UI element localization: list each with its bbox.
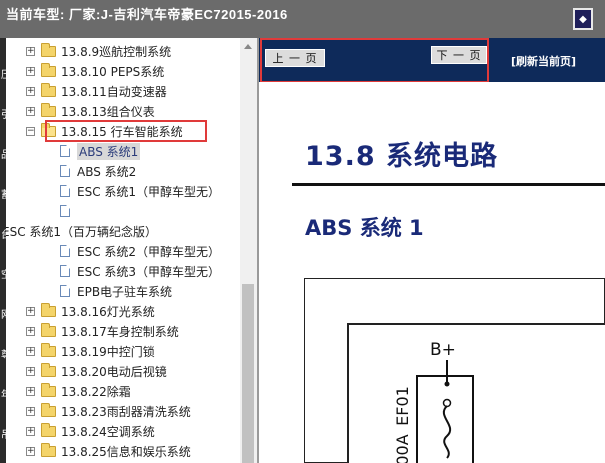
folder-icon xyxy=(41,442,56,457)
refresh-page-link[interactable]: [刷新当前页] xyxy=(511,53,576,69)
expand-plus-icon[interactable]: + xyxy=(26,86,35,96)
tree-item-label: 13.8.20电动后视镜 xyxy=(61,364,167,379)
tree-item-label: ESC 系统1（百万辆纪念版） xyxy=(6,224,158,239)
tree-item[interactable]: ABS 系统1 xyxy=(60,142,141,160)
tree-item[interactable]: +13.8.19中控门锁 xyxy=(26,342,155,360)
folder-icon xyxy=(41,102,56,117)
tree-item[interactable]: EPB电子驻车系统 xyxy=(60,282,172,300)
expand-plus-icon[interactable]: + xyxy=(26,406,35,416)
document-icon xyxy=(60,165,70,177)
expand-plus-icon[interactable]: + xyxy=(26,306,35,316)
tree-item-label: 13.8.11自动变速器 xyxy=(61,84,167,99)
expand-plus-icon[interactable]: + xyxy=(26,46,35,56)
tree-item-label: 13.8.13组合仪表 xyxy=(61,104,155,119)
expand-plus-icon[interactable]: + xyxy=(26,426,35,436)
tree-item-label: 13.8.25信息和娱乐系统 xyxy=(61,444,191,459)
document-icon xyxy=(60,145,70,157)
fuse-supply-label: B+ xyxy=(430,340,456,360)
window-control-button[interactable]: ◆ xyxy=(573,8,593,30)
tree-item[interactable]: +13.8.9巡航控制系统 xyxy=(26,42,171,60)
document-subheading: ABS 系统 1 xyxy=(305,216,424,240)
folder-icon xyxy=(41,322,56,337)
tree-item-label: 13.8.9巡航控制系统 xyxy=(61,44,172,59)
tree-item[interactable]: +13.8.10 PEPS系统 xyxy=(26,62,164,80)
expand-plus-icon[interactable]: + xyxy=(26,386,35,396)
tree-item[interactable]: ESC 系统1（百万辆纪念版） xyxy=(6,222,157,240)
expand-plus-icon[interactable]: + xyxy=(26,346,35,356)
page-nav-bar: 上 一 页 下 一 页 [刷新当前页] xyxy=(259,38,605,82)
expand-plus-icon[interactable]: + xyxy=(26,66,35,76)
collapse-minus-icon[interactable]: − xyxy=(26,126,35,136)
document-heading: 13.8 系统电路 xyxy=(305,141,499,172)
fuse-box-outline xyxy=(347,323,605,463)
folder-icon xyxy=(41,402,56,417)
circuit-diagram: B+ EF01 00A xyxy=(304,278,605,463)
folder-icon xyxy=(41,362,56,377)
fuse-rating-label: 00A xyxy=(393,434,412,463)
scroll-up-arrow-icon[interactable] xyxy=(244,44,252,49)
tree-item-label: EPB电子驻车系统 xyxy=(77,284,173,299)
tree-item[interactable]: +13.8.25信息和娱乐系统 xyxy=(26,442,191,460)
tree-item-label: 13.8.15 行车智能系统 xyxy=(61,124,183,139)
tree-scrollbar[interactable] xyxy=(240,38,257,463)
tree-item-label: ESC 系统3（甲醇车型无） xyxy=(77,264,221,279)
tree-item[interactable]: ESC 系统3（甲醇车型无） xyxy=(60,262,220,280)
folder-icon xyxy=(41,422,56,437)
tree-item[interactable]: ESC 系统1（甲醇车型无） xyxy=(60,182,220,200)
expand-plus-icon[interactable]: + xyxy=(26,446,35,456)
folder-icon xyxy=(41,82,56,97)
tree-item[interactable]: +13.8.16灯光系统 xyxy=(26,302,155,320)
title-bar: 当前车型: 厂家:J-吉利汽车帝豪EC72015-2016 ◆ xyxy=(0,0,605,38)
tree-item-label: ESC 系统1（甲醇车型无） xyxy=(77,184,221,199)
tree-item[interactable]: +13.8.20电动后视镜 xyxy=(26,362,167,380)
folder-icon xyxy=(41,342,56,357)
tree-item[interactable] xyxy=(60,202,77,220)
tree-item-label: 13.8.16灯光系统 xyxy=(61,304,155,319)
document-icon xyxy=(60,185,70,197)
tree-item-label: 13.8.10 PEPS系统 xyxy=(61,64,165,79)
tree-item-label: 13.8.23雨刮器清洗系统 xyxy=(61,404,191,419)
document-icon xyxy=(60,285,70,297)
document-icon xyxy=(60,205,70,217)
tree-item-label: 13.8.22除霜 xyxy=(61,384,131,399)
tree-item-label: ABS 系统1 xyxy=(77,142,141,160)
tree-item-label: ABS 系统2 xyxy=(77,164,137,179)
prev-page-button[interactable]: 上 一 页 xyxy=(265,49,325,67)
tree-item-label: 13.8.17车身控制系统 xyxy=(61,324,179,339)
tree-item[interactable]: +13.8.13组合仪表 xyxy=(26,102,155,120)
tree-item[interactable]: − 13.8.15 行车智能系统 xyxy=(26,122,183,140)
folder-icon xyxy=(41,42,56,57)
document-icon xyxy=(60,265,70,277)
current-vehicle-title: 当前车型: 厂家:J-吉利汽车帝豪EC72015-2016 xyxy=(6,7,288,22)
folder-icon xyxy=(41,62,56,77)
folder-icon xyxy=(41,302,56,317)
document-icon xyxy=(60,245,70,257)
catalog-tree[interactable]: +13.8.9巡航控制系统 +13.8.10 PEPS系统 +13.8.11自动变速… xyxy=(6,38,240,463)
document-viewer[interactable]: 13.8 系统电路 ABS 系统 1 B+ EF01 00A xyxy=(259,82,605,463)
tree-item-label: 13.8.24空调系统 xyxy=(61,424,155,439)
heading-rule xyxy=(292,183,605,186)
folder-icon xyxy=(41,122,56,137)
expand-plus-icon[interactable]: + xyxy=(26,326,35,336)
tree-item[interactable]: +13.8.22除霜 xyxy=(26,382,131,400)
expand-plus-icon[interactable]: + xyxy=(26,366,35,376)
supply-node xyxy=(444,381,450,387)
folder-icon xyxy=(41,382,56,397)
tree-item[interactable]: ESC 系统2（甲醇车型无） xyxy=(60,242,220,260)
tree-item[interactable]: ABS 系统2 xyxy=(60,162,136,180)
scrollbar-thumb[interactable] xyxy=(242,284,254,463)
fuse-id-label: EF01 xyxy=(393,386,412,426)
expand-plus-icon[interactable]: + xyxy=(26,106,35,116)
tree-item-label: 13.8.19中控门锁 xyxy=(61,344,155,359)
tree-item[interactable]: +13.8.23雨刮器清洗系统 xyxy=(26,402,191,420)
tree-item-label: ESC 系统2（甲醇车型无） xyxy=(77,244,221,259)
tree-item[interactable]: +13.8.11自动变速器 xyxy=(26,82,167,100)
next-page-button[interactable]: 下 一 页 xyxy=(431,46,487,64)
tree-item[interactable]: +13.8.17车身控制系统 xyxy=(26,322,179,340)
tree-item[interactable]: +13.8.24空调系统 xyxy=(26,422,155,440)
